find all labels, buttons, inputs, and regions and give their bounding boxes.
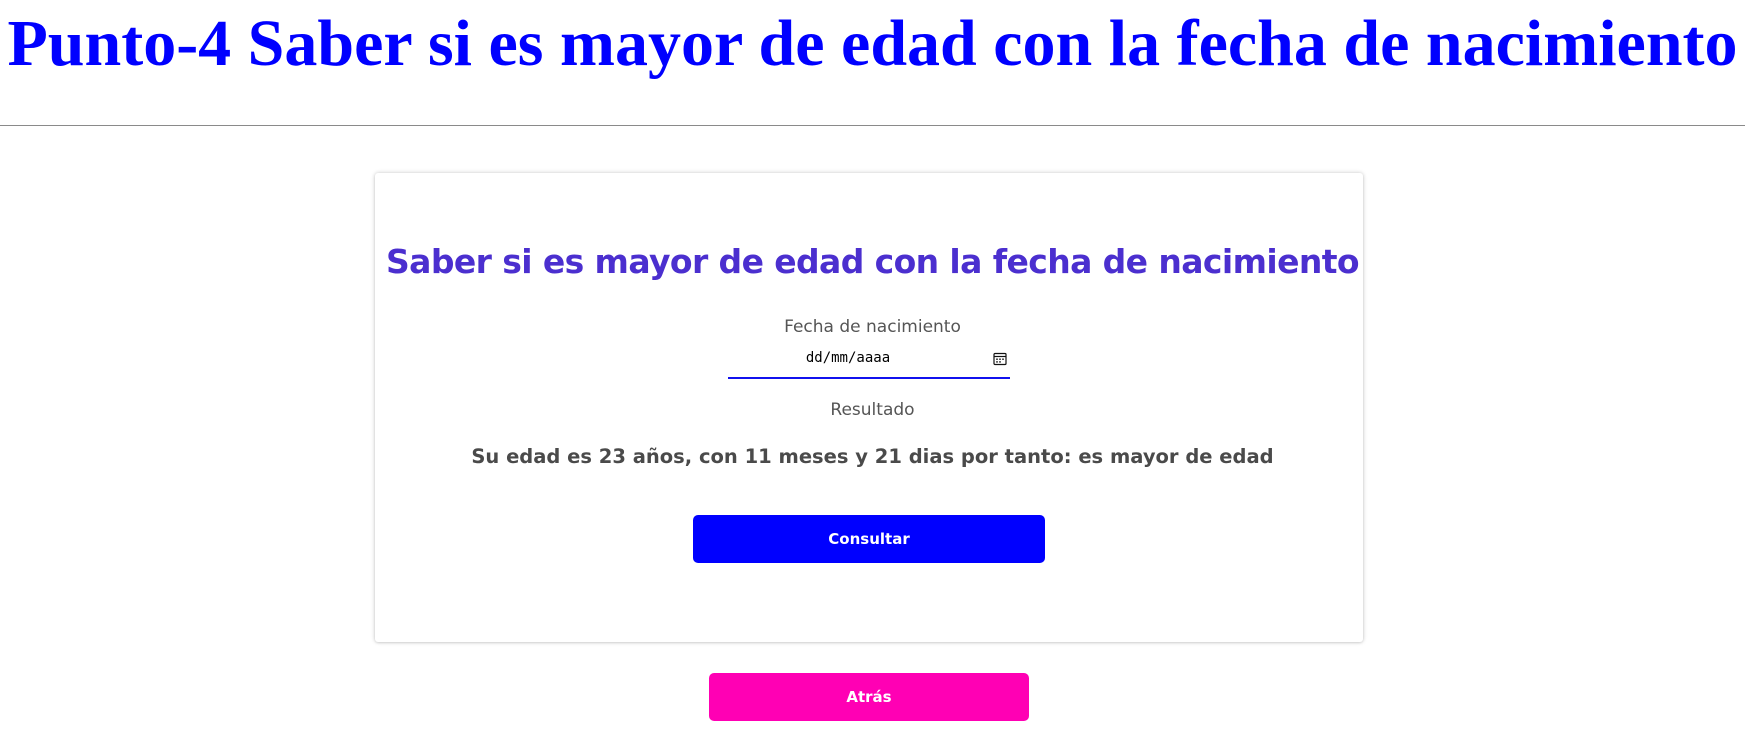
page-heading: Punto-4 Saber si es mayor de edad con la… bbox=[7, 7, 1738, 80]
back-button[interactable]: Atrás bbox=[709, 673, 1029, 721]
card-title: Saber si es mayor de edad con la fecha d… bbox=[386, 242, 1360, 281]
birthdate-input[interactable] bbox=[728, 350, 968, 366]
result-text: Su edad es 23 años, con 11 meses y 21 di… bbox=[471, 445, 1274, 468]
result-label: Resultado bbox=[830, 400, 915, 420]
date-field-label: Fecha de nacimiento bbox=[784, 317, 961, 337]
heading-divider bbox=[0, 125, 1745, 126]
calendar-icon[interactable] bbox=[993, 352, 1007, 366]
consult-button[interactable]: Consultar bbox=[693, 515, 1045, 563]
birthdate-field[interactable] bbox=[728, 342, 1010, 379]
